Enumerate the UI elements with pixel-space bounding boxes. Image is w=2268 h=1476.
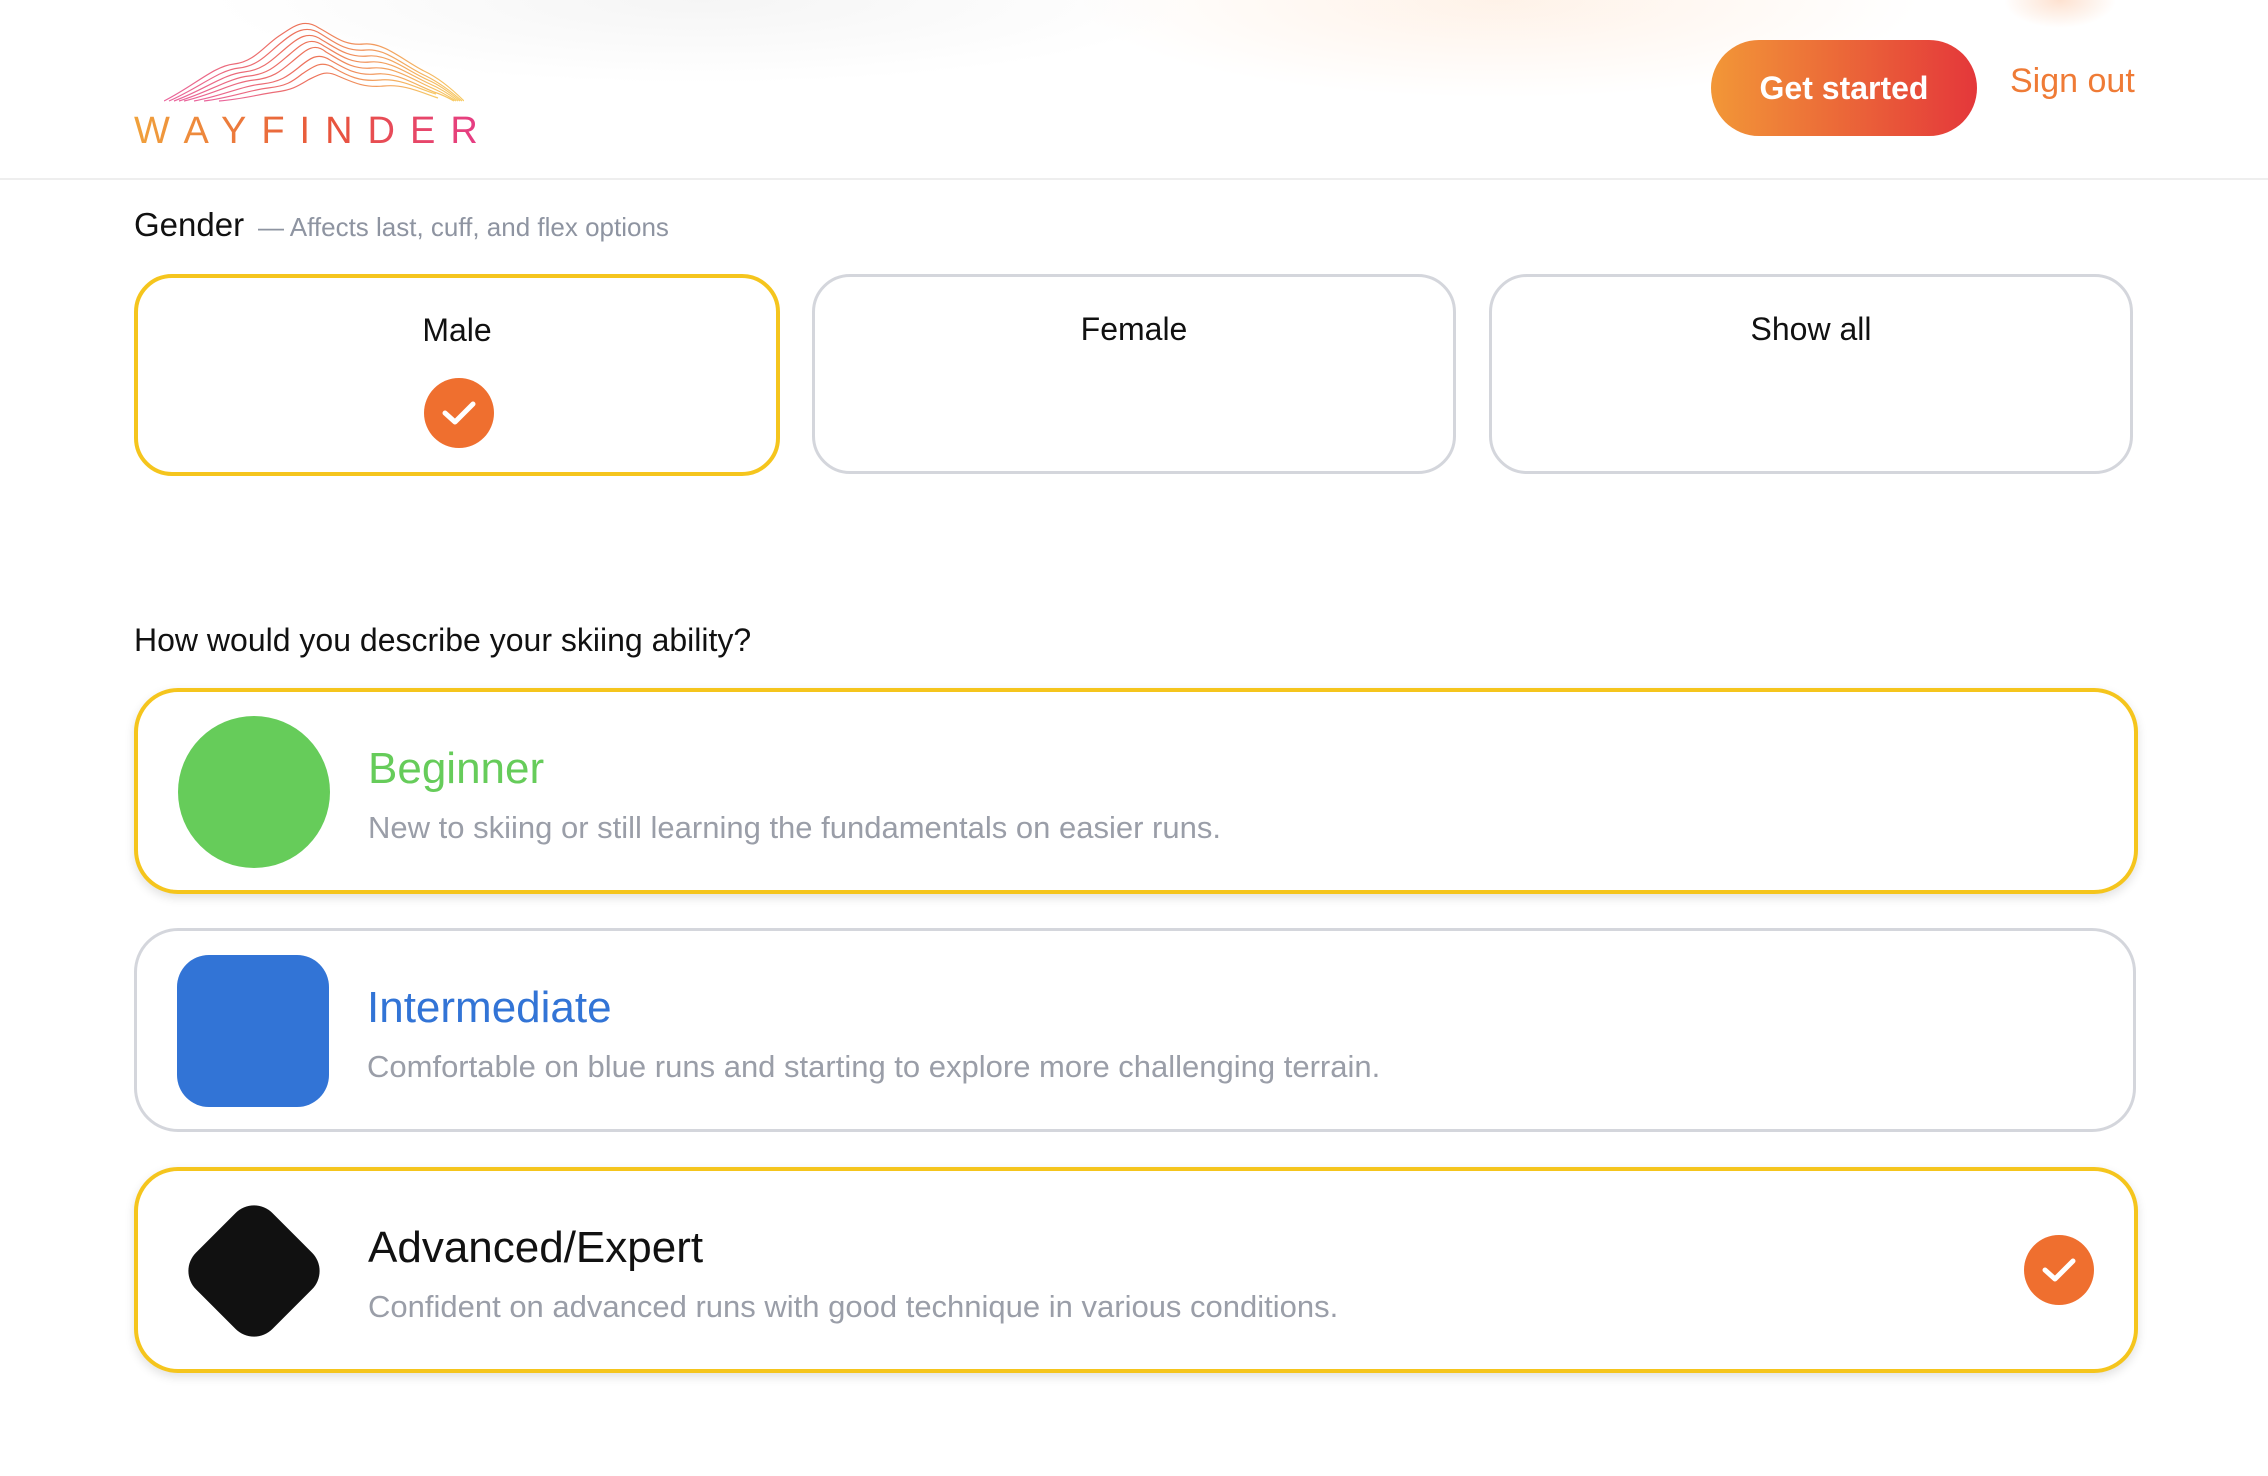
green-circle-icon: [178, 716, 330, 868]
ability-option-description: Comfortable on blue runs and starting to…: [367, 1049, 1381, 1084]
ability-option-title: Advanced/Expert: [368, 1223, 704, 1272]
ability-option-intermediate[interactable]: Intermediate Comfortable on blue runs an…: [134, 928, 2136, 1132]
checkmark-icon: [424, 378, 494, 448]
gender-section-hint: — Affects last, cuff, and flex options: [258, 212, 669, 242]
black-diamond-icon: [188, 1205, 320, 1337]
mountain-logo-icon: [164, 22, 464, 102]
ability-option-description: Confident on advanced runs with good tec…: [368, 1289, 1339, 1324]
ability-question: How would you describe your skiing abili…: [134, 622, 752, 658]
sign-out-link[interactable]: Sign out: [2010, 62, 2135, 101]
gender-section-title: Gender: [134, 206, 245, 243]
gender-option-label: Show all: [1750, 311, 1872, 347]
blue-square-icon: [177, 955, 329, 1107]
ability-option-title: Beginner: [368, 744, 545, 793]
ability-option-beginner[interactable]: Beginner New to skiing or still learning…: [134, 688, 2138, 894]
brand-name: WAYFINDER: [134, 110, 493, 152]
get-started-button[interactable]: Get started: [1711, 40, 1977, 136]
gender-option-label: Female: [1080, 311, 1188, 347]
ability-option-title: Intermediate: [367, 983, 612, 1032]
wayfinder-logo[interactable]: WAYFINDER: [134, 6, 478, 152]
ability-option-description: New to skiing or still learning the fund…: [368, 810, 1221, 845]
gender-option-label: Male: [422, 312, 492, 348]
top-header: WAYFINDER Get started Sign out: [0, 0, 2268, 180]
ability-option-advanced-expert[interactable]: Advanced/Expert Confident on advanced ru…: [134, 1167, 2138, 1373]
gender-option-show-all[interactable]: Show all: [1489, 274, 2133, 474]
gender-option-female[interactable]: Female: [812, 274, 1456, 474]
checkmark-icon: [2024, 1235, 2094, 1305]
gender-option-male[interactable]: Male: [134, 274, 780, 476]
